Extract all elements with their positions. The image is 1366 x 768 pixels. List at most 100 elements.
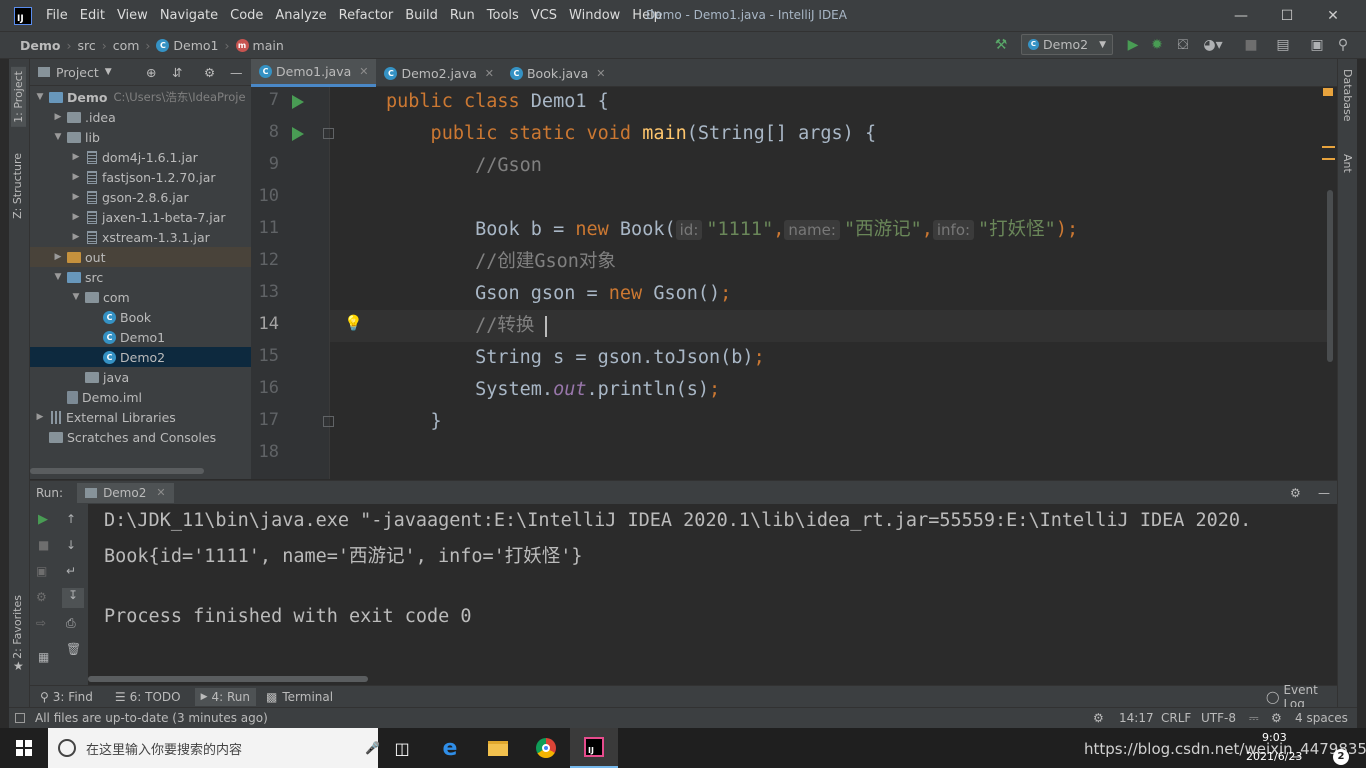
trash-icon[interactable]: 🗑 xyxy=(66,642,81,656)
debug-icon[interactable]: ✹ xyxy=(1148,35,1166,55)
lightbulb-icon[interactable]: 💡 xyxy=(344,314,363,332)
chevron-right-icon[interactable]: ▶ xyxy=(70,152,82,162)
menu-navigate[interactable]: Navigate xyxy=(154,8,224,23)
warning-stripe[interactable] xyxy=(1322,146,1335,148)
run-tab-demo2[interactable]: Demo2 ✕ xyxy=(77,482,174,503)
code-line-8[interactable]: public static void main(String[] args) { xyxy=(386,118,877,150)
close-tab-icon[interactable]: ✕ xyxy=(156,486,165,499)
maximize-button[interactable]: ☐ xyxy=(1264,0,1310,31)
menu-refactor[interactable]: Refactor xyxy=(333,8,400,23)
run-tool-tab[interactable]: ▶ 4: Run xyxy=(194,687,257,706)
close-tab-icon[interactable]: ✕ xyxy=(485,67,494,80)
file-encoding[interactable]: UTF-8 xyxy=(1201,711,1236,725)
search-everywhere-icon[interactable]: ⚲ xyxy=(1334,35,1352,55)
profile-icon[interactable]: ◕▾ xyxy=(1202,35,1224,55)
stop-icon[interactable]: ■ xyxy=(38,538,49,552)
stop-icon[interactable]: ■ xyxy=(1244,35,1258,55)
code-line-13[interactable]: Gson gson = new Gson(); xyxy=(386,278,731,310)
camera-icon[interactable]: ▣ xyxy=(36,564,47,578)
run-gutter-icon[interactable] xyxy=(292,95,304,109)
tree-item[interactable]: ▼ src xyxy=(30,267,251,287)
hide-icon[interactable]: — xyxy=(1318,486,1330,500)
cursor-position[interactable]: 14:17 xyxy=(1119,711,1154,725)
indent-setting[interactable]: 4 spaces xyxy=(1295,711,1348,725)
tree-item[interactable]: ▶ xstream-1.3.1.jar xyxy=(30,227,251,247)
menu-vcs[interactable]: VCS xyxy=(525,8,563,23)
terminal-tool-tab[interactable]: ▩ Terminal xyxy=(266,690,333,704)
layout-icon[interactable]: ▦ xyxy=(38,650,49,664)
chevron-right-icon[interactable]: ▶ xyxy=(52,112,64,122)
warning-stripe[interactable] xyxy=(1322,158,1335,160)
tree-item[interactable]: ▼ Demo C:\Users\浩东\IdeaProje xyxy=(30,87,251,107)
tree-item[interactable]: ▼ lib xyxy=(30,127,251,147)
collapse-icon[interactable]: ⇵ xyxy=(172,65,182,80)
tab-demo1-java[interactable]: C Demo1.java ✕ xyxy=(251,59,377,87)
microphone-icon[interactable]: 🎤 xyxy=(365,741,380,755)
tree-item[interactable]: ▶ jaxen-1.1-beta-7.jar xyxy=(30,207,251,227)
chevron-down-icon[interactable]: ▼ xyxy=(34,92,46,102)
chevron-right-icon[interactable]: ▶ xyxy=(70,232,82,242)
editor-vertical-scrollbar[interactable] xyxy=(1327,190,1333,362)
chevron-down-icon[interactable]: ▼ xyxy=(52,272,64,282)
breadcrumb-project[interactable]: Demo xyxy=(20,38,60,53)
rerun-icon[interactable]: ▶ xyxy=(38,512,48,527)
tree-item[interactable]: ▶ External Libraries xyxy=(30,407,251,427)
tree-item[interactable]: ▶ out xyxy=(30,247,251,267)
inspection-indicator-icon[interactable] xyxy=(1323,88,1333,96)
clock-date[interactable]: 2021/6/23 xyxy=(1246,750,1302,763)
lock-icon[interactable]: ⎓ xyxy=(1249,711,1259,726)
tree-item[interactable]: ▶ gson-2.8.6.jar xyxy=(30,187,251,207)
tab-book-java[interactable]: C Book.java ✕ xyxy=(502,59,614,87)
windows-start-icon[interactable] xyxy=(0,728,48,768)
fold-icon[interactable] xyxy=(323,416,334,427)
intellij-taskbar-icon[interactable]: IJ xyxy=(570,728,618,768)
settings-icon[interactable]: ⚙ xyxy=(36,590,47,604)
tree-item[interactable]: Demo.iml xyxy=(30,387,251,407)
build-hammer-icon[interactable]: ⚒ xyxy=(992,35,1010,55)
chevron-right-icon[interactable]: ▶ xyxy=(70,212,82,222)
minimize-button[interactable]: — xyxy=(1218,0,1264,31)
tree-item[interactable]: C Demo1 xyxy=(30,327,251,347)
tree-item[interactable]: ▼ com xyxy=(30,287,251,307)
tree-horizontal-scrollbar[interactable] xyxy=(30,468,204,474)
login-icon[interactable]: ⇨ xyxy=(36,616,46,630)
code-line-12[interactable]: //创建Gson对象 xyxy=(386,246,616,278)
menu-file[interactable]: File xyxy=(40,8,74,23)
down-arrow-icon[interactable]: ↓ xyxy=(66,538,76,552)
chevron-right-icon[interactable]: ▶ xyxy=(52,252,64,262)
console-horizontal-scrollbar[interactable] xyxy=(88,676,368,682)
notification-badge[interactable]: 2 xyxy=(1333,749,1349,765)
status-message[interactable]: All files are up-to-date (3 minutes ago) xyxy=(35,711,268,725)
tree-item[interactable]: ▶ fastjson-1.2.70.jar xyxy=(30,167,251,187)
breadcrumb-com[interactable]: com xyxy=(113,38,140,53)
menu-run[interactable]: Run xyxy=(444,8,481,23)
menu-tools[interactable]: Tools xyxy=(481,8,525,23)
hide-icon[interactable]: — xyxy=(230,65,243,80)
soft-wrap-icon[interactable]: ↵ xyxy=(66,564,76,578)
project-tool-tab[interactable]: 1: Project xyxy=(11,67,26,127)
project-view-select[interactable]: Project xyxy=(56,65,99,80)
menu-code[interactable]: Code xyxy=(224,8,269,23)
scroll-to-end-icon[interactable]: ↧ xyxy=(62,588,84,608)
fold-icon[interactable] xyxy=(323,128,334,139)
line-separator[interactable]: CRLF xyxy=(1161,711,1191,725)
todo-tool-tab[interactable]: ☰ 6: TODO xyxy=(115,690,181,704)
database-tool-tab[interactable]: Database xyxy=(1341,69,1354,122)
print-icon[interactable]: ⎙ xyxy=(66,616,76,631)
run-icon[interactable]: ▶ xyxy=(1124,35,1142,55)
favorites-tool-tab[interactable]: 2: Favorites xyxy=(11,595,24,659)
ant-tool-tab[interactable]: Ant xyxy=(1341,154,1354,173)
tree-item[interactable]: C Demo2 xyxy=(30,347,251,367)
chevron-down-icon[interactable]: ▼ xyxy=(52,132,64,142)
chrome-icon[interactable] xyxy=(522,728,570,768)
code-line-7[interactable]: public class Demo1 { xyxy=(386,86,609,118)
taskbar-search-input[interactable]: 在这里输入你要搜索的内容 🎤 xyxy=(48,728,380,768)
tree-item[interactable]: Scratches and Consoles xyxy=(30,427,251,447)
breadcrumb-method[interactable]: main xyxy=(253,38,284,53)
locate-icon[interactable]: ⊕ xyxy=(146,65,156,80)
chevron-down-icon[interactable]: ▼ xyxy=(105,67,112,77)
close-tab-icon[interactable]: ✕ xyxy=(359,65,368,78)
gear-icon[interactable]: ⚙ xyxy=(1290,486,1301,500)
task-view-icon[interactable]: ◫ xyxy=(378,728,426,768)
tree-item[interactable]: ▶ dom4j-1.6.1.jar xyxy=(30,147,251,167)
